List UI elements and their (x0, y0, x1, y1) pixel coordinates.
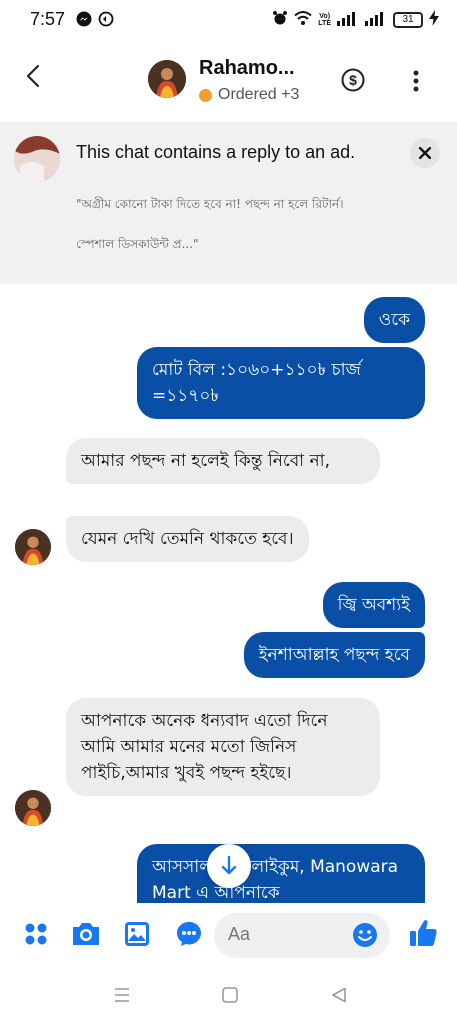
status-bar: 7:57 Vo) LTE 31 (0, 0, 457, 40)
emoji-icon[interactable] (352, 922, 378, 952)
outgoing-message[interactable]: আসসালামু আলাইকুম, Manowara Mart এ আপনাকে (137, 844, 425, 906)
chat-bubble-icon[interactable] (176, 921, 202, 951)
incoming-message[interactable]: যেমন দেখি তেমনি থাকতে হবে। (66, 516, 309, 562)
order-status-dot (199, 88, 212, 102)
incoming-message[interactable]: আপনাকে অনেক ধন্যবাদ এতো দিনে আমি আমার মন… (66, 698, 380, 796)
camera-icon[interactable] (71, 921, 101, 951)
back-triangle-icon[interactable] (331, 987, 347, 1007)
gallery-icon[interactable] (124, 921, 150, 951)
outgoing-message[interactable]: ওকে (363, 297, 425, 343)
outgoing-message[interactable]: জ্বি অবশ্যই (322, 582, 425, 628)
sync-icon (98, 11, 114, 31)
contact-avatar[interactable] (148, 60, 186, 98)
ad-banner-snippet: "অগ্রীম কোনো টাকা দিতে হবে না! পছন্দ না … (76, 197, 344, 251)
status-indicators: Vo) LTE 31 (272, 10, 439, 30)
ad-banner-title: This chat contains a reply to an ad. (76, 142, 356, 162)
system-navigation-bar (0, 969, 457, 1024)
contact-name[interactable]: Rahamo... (199, 57, 295, 80)
ad-thumbnail[interactable] (14, 136, 60, 182)
message-input[interactable] (228, 924, 348, 945)
outgoing-message[interactable]: মোট বিল :১০৬০+১১০৳ চার্জ =১১৭০৳ (137, 347, 425, 419)
contact-avatar[interactable] (15, 790, 51, 826)
message-composer (0, 903, 457, 969)
message-input-box[interactable] (214, 913, 390, 958)
signal-icon (337, 11, 359, 30)
volte-label: Vo) LTE (318, 13, 331, 27)
dollar-circle-icon[interactable]: $ (341, 68, 365, 96)
wifi-icon (294, 10, 312, 30)
contact-avatar[interactable] (15, 529, 51, 565)
home-icon[interactable] (222, 987, 238, 1007)
scroll-down-button[interactable] (207, 844, 251, 888)
apps-grid-icon[interactable] (24, 922, 48, 950)
outgoing-message[interactable]: ইনশাআল্লাহ পছন্দ হবে (243, 632, 425, 678)
close-icon[interactable] (410, 138, 440, 168)
charging-icon (429, 10, 439, 30)
order-status-text: Ordered +3 (218, 86, 300, 103)
incoming-message[interactable]: আমার পছন্দ না হলেই কিন্তু নিবো না, (66, 438, 380, 484)
battery-indicator: 31 (393, 12, 423, 28)
ad-reply-banner: This chat contains a reply to an ad. "অগ… (0, 122, 457, 284)
chat-header: Rahamo... Ordered +3 $ (0, 40, 457, 122)
status-time: 7:57 (30, 9, 66, 29)
more-vertical-icon[interactable] (412, 70, 420, 96)
contact-status: Ordered +3 (199, 86, 299, 104)
alarm-icon (272, 10, 288, 30)
svg-text:$: $ (349, 72, 357, 88)
messenger-notification-icon (76, 11, 92, 31)
signal-icon-2 (365, 11, 387, 30)
thumbs-up-icon[interactable] (409, 918, 437, 952)
recent-apps-icon[interactable] (114, 987, 130, 1007)
back-arrow-icon[interactable] (26, 64, 40, 92)
